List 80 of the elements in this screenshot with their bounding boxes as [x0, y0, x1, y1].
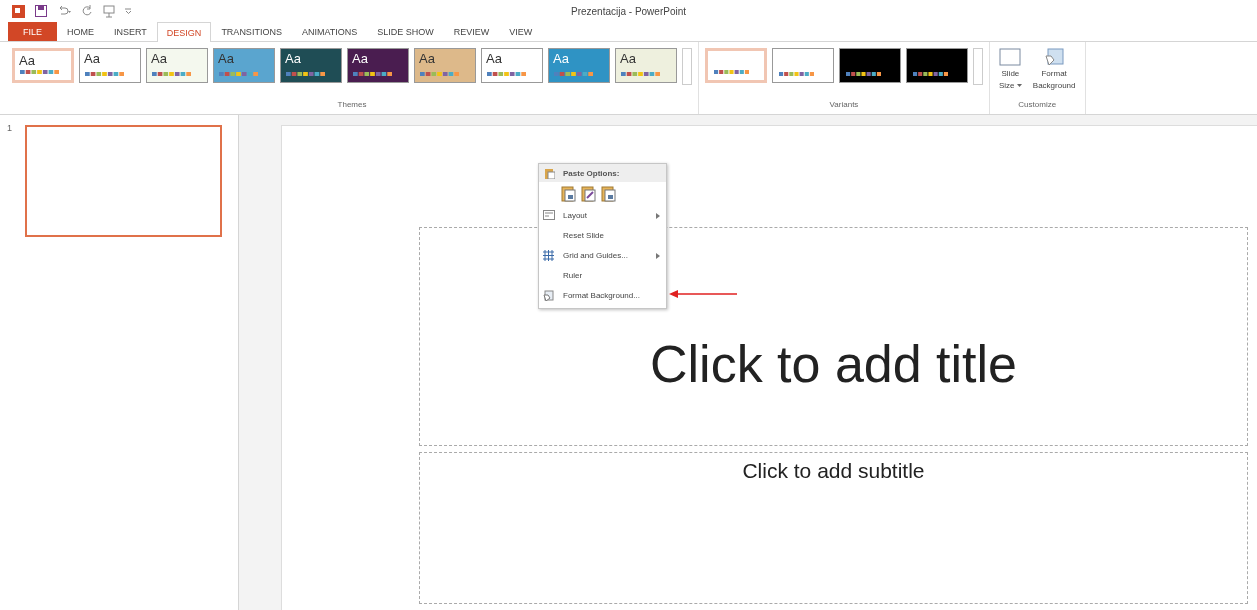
menu-item[interactable]: Ruler [539, 265, 666, 285]
color-strip-icon [487, 72, 527, 76]
color-strip-icon [714, 70, 750, 74]
theme-thumbnail[interactable]: Aa [79, 48, 141, 83]
color-strip-icon [85, 72, 125, 76]
variant-thumbnail[interactable] [906, 48, 968, 83]
theme-sample-text: Aa [285, 51, 301, 66]
save-icon[interactable] [35, 5, 47, 17]
theme-sample-text: Aa [151, 51, 167, 66]
theme-thumbnail[interactable]: Aa [280, 48, 342, 83]
color-strip-icon [779, 72, 815, 76]
color-strip-icon [20, 70, 60, 74]
color-strip-icon [846, 72, 882, 76]
dropdown-caret-icon [1016, 84, 1022, 88]
variant-thumbnail[interactable] [839, 48, 901, 83]
slide-thumbnail[interactable] [25, 125, 222, 237]
menu-header: Paste Options: [563, 168, 620, 178]
paste-option-icon[interactable] [561, 185, 576, 202]
grid-icon [543, 249, 554, 261]
color-strip-icon [286, 72, 326, 76]
app-logo-icon[interactable] [12, 4, 25, 18]
theme-sample-text: Aa [218, 51, 234, 66]
format-background-icon [543, 289, 554, 301]
color-strip-icon [420, 72, 460, 76]
group-label: Variants [829, 100, 859, 109]
format-background-button[interactable]: Format Background [1029, 48, 1079, 92]
group-label: Themes [337, 100, 367, 109]
variant-thumbnail[interactable] [705, 48, 767, 83]
customize-toolbar-icon[interactable] [125, 8, 132, 14]
menu-item[interactable]: Layout [539, 205, 666, 225]
theme-thumbnail[interactable]: Aa [615, 48, 677, 83]
color-strip-icon [219, 72, 259, 76]
ribbon-tab[interactable]: SLIDE SHOW [367, 22, 444, 41]
theme-sample-text: Aa [419, 51, 435, 66]
subtitle-placeholder[interactable]: Click to add subtitle [419, 452, 1248, 604]
redo-icon[interactable] [81, 5, 93, 17]
theme-sample-text: Aa [486, 51, 502, 66]
color-strip-icon [152, 72, 192, 76]
file-tab[interactable]: FILE [8, 22, 57, 41]
format-background-icon [1043, 48, 1066, 68]
ribbon-tab[interactable]: ANIMATIONS [291, 22, 368, 41]
theme-thumbnail[interactable]: Aa [12, 48, 74, 83]
annotation-arrow [669, 289, 737, 299]
slide-number: 1 [7, 123, 12, 133]
theme-thumbnail[interactable]: Aa [213, 48, 275, 83]
ribbon-tab[interactable]: HOME [57, 22, 104, 41]
color-strip-icon [554, 72, 594, 76]
ribbon-tab[interactable]: VIEW [499, 22, 543, 41]
menu-item[interactable]: Grid and Guides... [539, 245, 666, 265]
undo-icon[interactable] [57, 5, 71, 17]
ribbon-tab[interactable]: TRANSITIONS [211, 22, 292, 41]
color-strip-icon [913, 72, 949, 76]
paste-option-icon[interactable] [601, 185, 616, 202]
menu-item[interactable]: Format Background... [539, 285, 666, 305]
menu-item[interactable]: Reset Slide [539, 225, 666, 245]
group-label: Customize [1018, 100, 1057, 109]
theme-sample-text: Aa [19, 53, 35, 68]
gallery-scrollbar[interactable] [682, 48, 692, 85]
theme-sample-text: Aa [352, 51, 368, 66]
window-title: Prezentacija - PowerPoint [570, 6, 687, 17]
theme-sample-text: Aa [620, 51, 636, 66]
paste-option-icon[interactable] [581, 185, 596, 202]
theme-sample-text: Aa [84, 51, 100, 66]
clipboard-icon [544, 167, 555, 179]
gallery-scrollbar[interactable] [973, 48, 983, 85]
theme-thumbnail[interactable]: Aa [146, 48, 208, 83]
theme-thumbnail[interactable]: Aa [347, 48, 409, 83]
presentation-icon[interactable] [103, 4, 115, 18]
layout-icon [543, 209, 555, 220]
slide-size-icon [999, 48, 1022, 68]
variant-thumbnail[interactable] [772, 48, 834, 83]
theme-sample-text: Aa [553, 51, 569, 66]
color-strip-icon [353, 72, 393, 76]
ribbon-tab[interactable]: REVIEW [443, 22, 500, 41]
theme-thumbnail[interactable]: Aa [414, 48, 476, 83]
ribbon-tab[interactable]: DESIGN [156, 22, 212, 42]
ribbon-tab[interactable]: INSERT [104, 22, 157, 41]
slide-size-button[interactable]: Slide Size [996, 48, 1025, 92]
color-strip-icon [621, 72, 661, 76]
theme-thumbnail[interactable]: Aa [481, 48, 543, 83]
